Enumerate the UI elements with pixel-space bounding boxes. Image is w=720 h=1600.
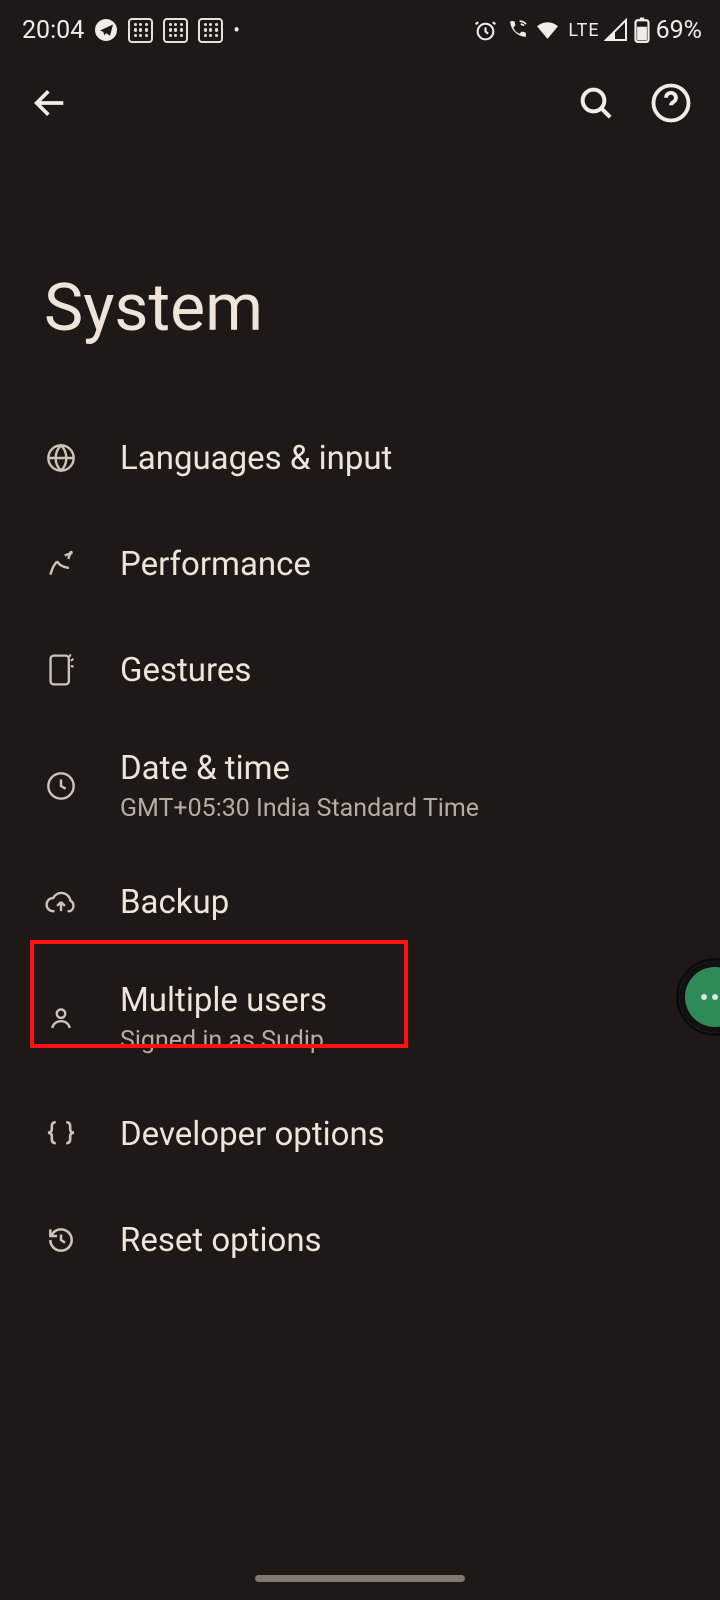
battery-percent: 69% xyxy=(656,16,702,45)
notification-icon xyxy=(198,18,223,43)
history-icon xyxy=(44,1224,78,1256)
system-menu: Languages & input Performance Gestures D… xyxy=(0,405,720,1293)
person-icon xyxy=(44,1003,78,1033)
battery-icon xyxy=(634,17,650,43)
telegram-icon xyxy=(94,18,118,42)
menu-sub: Signed in as Sudip xyxy=(120,1026,327,1055)
menu-item-reset-options[interactable]: Reset options xyxy=(36,1187,684,1293)
braces-icon xyxy=(44,1118,78,1150)
menu-item-date-time[interactable]: Date & time GMT+05:30 India Standard Tim… xyxy=(36,723,684,849)
menu-label: Reset options xyxy=(120,1221,322,1260)
menu-sub: GMT+05:30 India Standard Time xyxy=(120,794,479,823)
back-button[interactable] xyxy=(30,83,70,127)
menu-label: Performance xyxy=(120,545,311,584)
menu-item-performance[interactable]: Performance xyxy=(36,511,684,617)
notification-icon xyxy=(128,18,153,43)
signal-icon xyxy=(604,18,628,42)
wifi-calling-icon xyxy=(504,18,529,43)
globe-icon xyxy=(44,442,78,474)
menu-item-backup[interactable]: Backup xyxy=(36,849,684,955)
navigation-handle[interactable] xyxy=(255,1575,465,1582)
clock-icon xyxy=(44,770,78,802)
page-title: System xyxy=(0,150,720,405)
menu-label: Developer options xyxy=(120,1115,385,1154)
menu-label: Languages & input xyxy=(120,439,392,478)
wifi-icon xyxy=(535,18,560,43)
menu-label: Gestures xyxy=(120,651,251,690)
status-bar: 20:04 • LTE 69% xyxy=(0,0,720,60)
performance-icon xyxy=(44,548,78,580)
more-icon xyxy=(701,994,720,1000)
lte-indicator: LTE xyxy=(568,20,599,41)
cloud-upload-icon xyxy=(44,887,78,917)
menu-label: Backup xyxy=(120,883,229,922)
menu-item-languages[interactable]: Languages & input xyxy=(36,405,684,511)
search-button[interactable] xyxy=(576,83,616,127)
alarm-icon xyxy=(473,18,498,43)
menu-label: Date & time xyxy=(120,749,479,788)
notification-icon xyxy=(163,18,188,43)
more-notifications-icon: • xyxy=(233,20,240,40)
gestures-icon xyxy=(44,653,78,687)
menu-item-multiple-users[interactable]: Multiple users Signed in as Sudip xyxy=(36,955,684,1081)
menu-item-gestures[interactable]: Gestures xyxy=(36,617,684,723)
menu-label: Multiple users xyxy=(120,981,327,1020)
app-bar xyxy=(0,60,720,150)
menu-item-developer-options[interactable]: Developer options xyxy=(36,1081,684,1187)
status-time: 20:04 xyxy=(22,16,84,45)
help-button[interactable] xyxy=(650,82,692,128)
